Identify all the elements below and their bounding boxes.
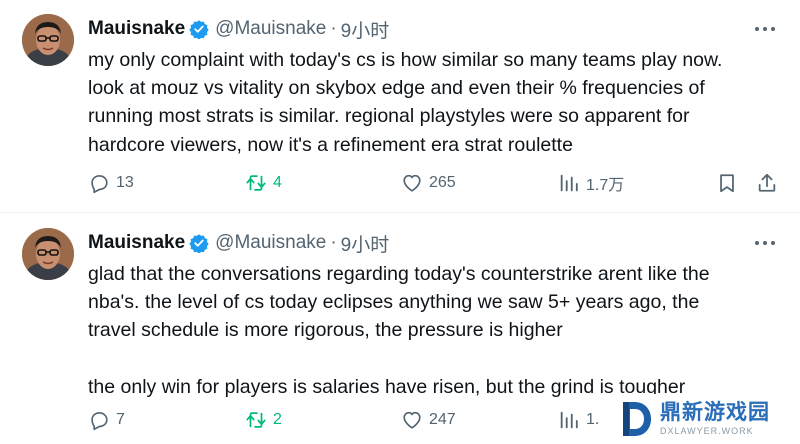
timestamp[interactable]: 9小时 (341, 16, 390, 43)
reply-button[interactable]: 13 (88, 171, 134, 195)
handle[interactable]: @Mauisnake (215, 18, 326, 40)
reply-count: 7 (116, 411, 125, 428)
handle[interactable]: @Mauisnake (215, 232, 326, 254)
separator-dot: · (330, 232, 337, 253)
reply-count: 13 (116, 174, 134, 191)
avatar[interactable] (22, 228, 74, 280)
share-button[interactable] (756, 171, 778, 195)
display-name[interactable]: Mauisnake (88, 18, 185, 40)
views-button[interactable]: 1. (558, 408, 599, 432)
reply-icon (91, 412, 108, 431)
tweet-header: Mauisnake @Mauisnake · 9小时 (88, 16, 390, 43)
retweet-count: 2 (273, 411, 282, 428)
retweet-icon (246, 412, 266, 428)
retweet-icon (246, 175, 266, 191)
like-count: 265 (429, 174, 456, 191)
tweet-header: Mauisnake @Mauisnake · 9小时 (88, 230, 390, 257)
tweet-text: my only complaint with today's cs is how… (88, 49, 723, 156)
verified-badge-icon (189, 234, 209, 253)
tweet-text: glad that the conversations regarding to… (88, 263, 710, 398)
watermark: 鼎新游戏园 DXLAWYER.WORK (610, 394, 800, 444)
more-options-icon[interactable] (752, 20, 778, 38)
heart-icon (403, 411, 421, 429)
views-button[interactable]: 1.7万 (558, 171, 624, 195)
analytics-icon (560, 411, 578, 429)
heart-icon (403, 174, 421, 192)
retweet-button[interactable]: 2 (245, 408, 282, 432)
reply-button[interactable]: 7 (88, 408, 125, 432)
like-button[interactable]: 247 (401, 408, 456, 432)
watermark-subtitle: DXLAWYER.WORK (660, 426, 754, 436)
verified-badge-icon (189, 20, 209, 39)
watermark-title: 鼎新游戏园 (660, 401, 770, 424)
bookmark-button[interactable] (716, 171, 738, 195)
separator-dot: · (330, 18, 337, 39)
more-options-icon[interactable] (752, 234, 778, 252)
avatar[interactable] (22, 14, 74, 66)
watermark-logo-icon (623, 402, 651, 436)
action-bar: 13 4 265 1.7万 (88, 171, 788, 195)
retweet-button[interactable]: 4 (245, 171, 282, 195)
views-count: 1. (586, 411, 600, 428)
views-count: 1.7万 (586, 177, 625, 194)
tweet-card[interactable]: Mauisnake @Mauisnake · 9小时 my only compl… (0, 0, 800, 213)
like-count: 247 (429, 411, 456, 428)
share-icon (758, 173, 776, 192)
like-button[interactable]: 265 (401, 171, 456, 195)
retweet-count: 4 (273, 174, 282, 191)
timestamp[interactable]: 9小时 (341, 230, 390, 257)
bookmark-icon (720, 174, 734, 193)
reply-icon (91, 175, 108, 194)
display-name[interactable]: Mauisnake (88, 232, 185, 254)
analytics-icon (560, 174, 578, 192)
